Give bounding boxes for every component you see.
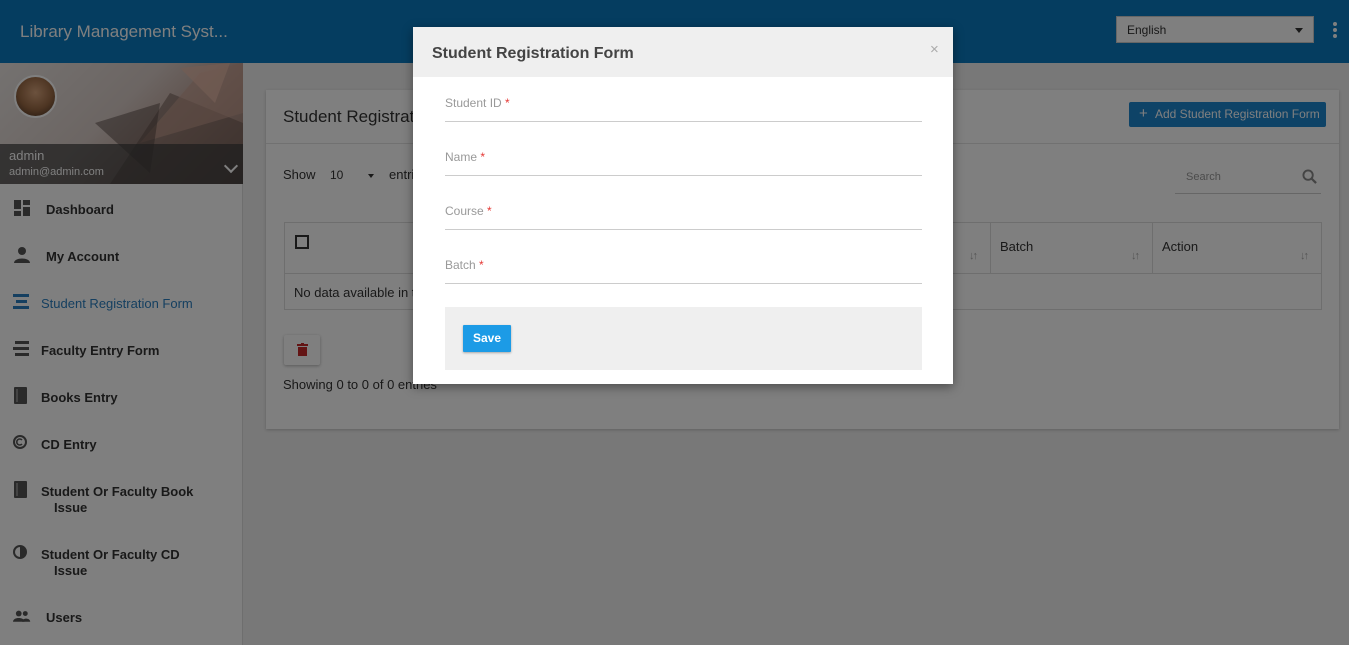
field-label: Batch * — [445, 258, 484, 272]
modal-footer: Save — [445, 307, 922, 370]
modal-header: Student Registration Form × — [413, 27, 953, 77]
field-label: Course * — [445, 204, 492, 218]
field-label: Student ID * — [445, 96, 510, 110]
registration-modal: Student Registration Form × Student ID *… — [413, 27, 953, 384]
name-field[interactable]: Name * — [445, 150, 922, 176]
field-label: Name * — [445, 150, 486, 164]
close-icon[interactable]: × — [930, 41, 939, 58]
save-button[interactable]: Save — [463, 325, 511, 352]
modal-title: Student Registration Form — [432, 45, 634, 62]
course-field[interactable]: Course * — [445, 204, 922, 230]
student-id-field[interactable]: Student ID * — [445, 96, 922, 122]
batch-field[interactable]: Batch * — [445, 258, 922, 284]
